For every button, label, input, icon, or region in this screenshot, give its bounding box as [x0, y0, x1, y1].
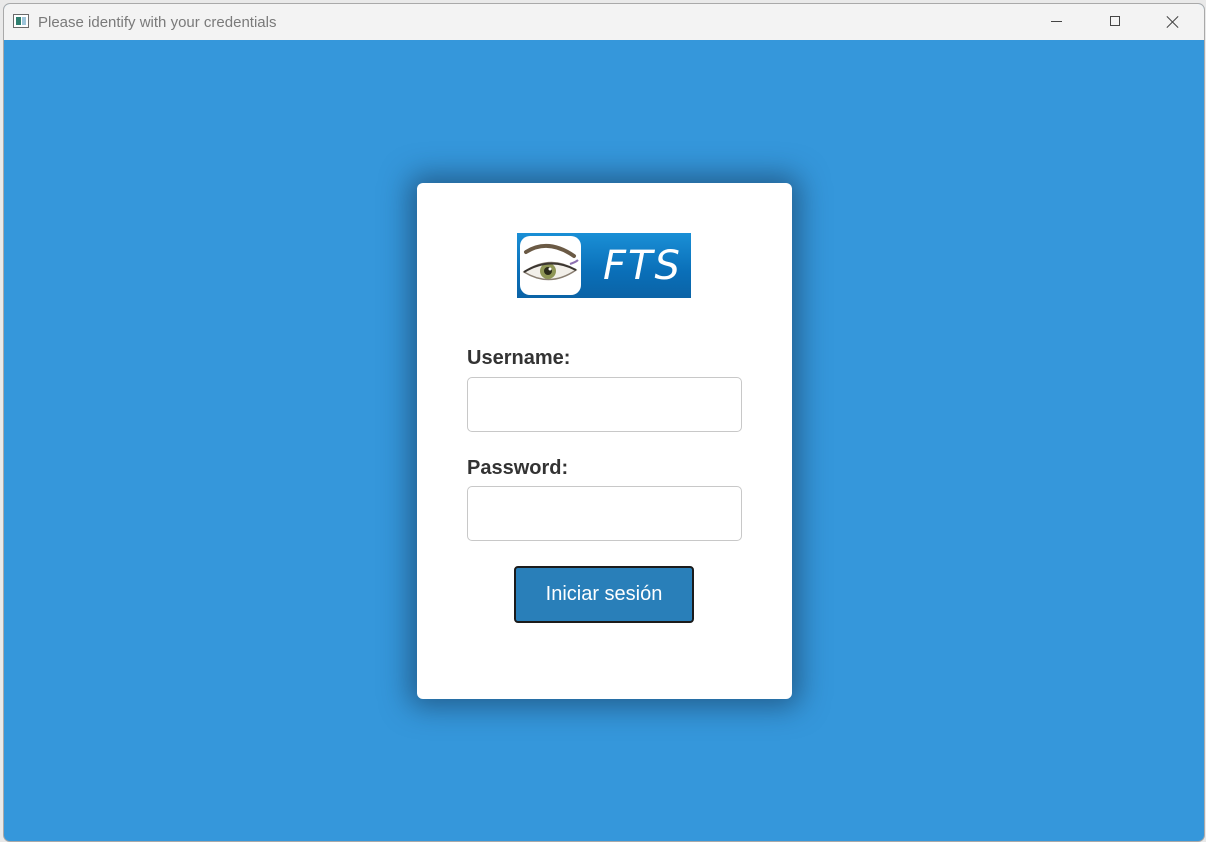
password-label: Password:: [467, 457, 569, 479]
close-button[interactable]: [1144, 4, 1202, 40]
title-bar[interactable]: Please identify with your credentials: [4, 4, 1204, 40]
logo-text: FTS: [603, 243, 682, 289]
username-input[interactable]: [467, 377, 742, 432]
minimize-button[interactable]: [1028, 4, 1086, 40]
maximize-button[interactable]: [1086, 4, 1144, 40]
company-logo: FTS: [517, 233, 691, 298]
minimize-icon: [1051, 21, 1062, 22]
close-icon: [1166, 15, 1180, 29]
login-card: FTS Username: Password: Iniciar sesión: [417, 183, 792, 699]
password-input[interactable]: [467, 486, 742, 541]
maximize-icon: [1110, 16, 1120, 26]
username-label: Username:: [467, 347, 571, 369]
login-window: Please identify with your credentials FT…: [3, 3, 1205, 842]
app-window-icon: [13, 14, 29, 28]
eye-icon: [520, 236, 581, 295]
login-button[interactable]: Iniciar sesión: [514, 566, 694, 623]
window-title: Please identify with your credentials: [38, 14, 277, 31]
